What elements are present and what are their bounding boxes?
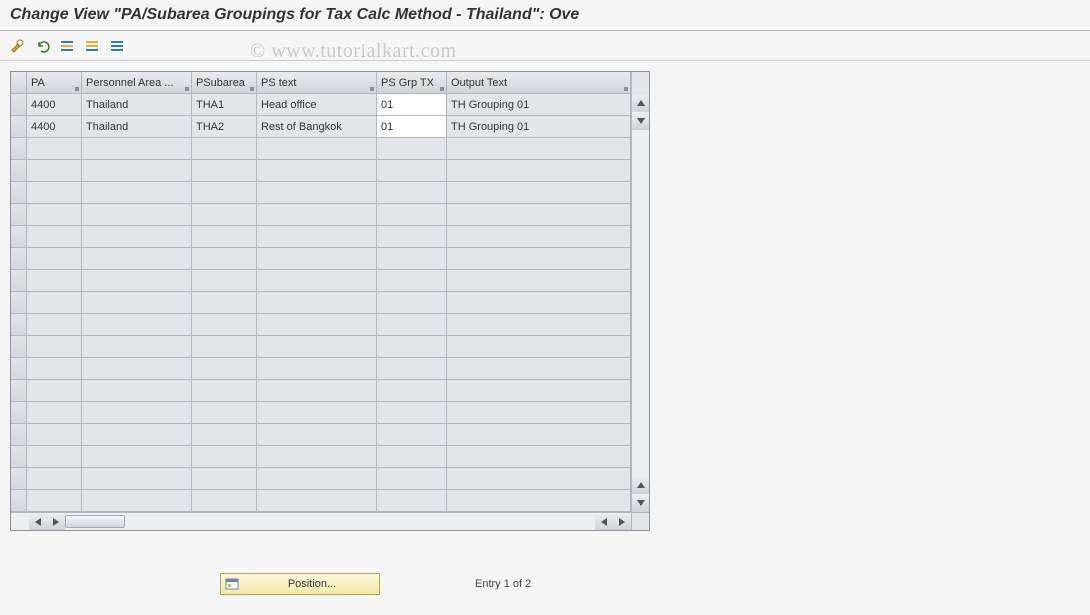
scroll-up-button-2[interactable] (632, 476, 649, 494)
empty-row (11, 358, 631, 380)
horizontal-scrollbar[interactable] (11, 512, 631, 530)
entry-counter: Entry 1 of 2 (475, 578, 531, 590)
cell-psubarea: THA2 (192, 116, 257, 138)
chevron-right-icon (619, 518, 625, 526)
select-block-icon (84, 38, 100, 54)
col-header-output[interactable]: Output Text (447, 72, 631, 94)
page-title: Change View "PA/Subarea Groupings for Ta… (0, 0, 1090, 31)
row-selector[interactable] (11, 490, 27, 512)
deselect-icon (109, 38, 125, 54)
row-selector[interactable] (11, 226, 27, 248)
toolbar (0, 31, 1090, 61)
empty-row (11, 380, 631, 402)
chevron-down-icon (637, 118, 645, 124)
empty-row (11, 424, 631, 446)
position-icon (225, 577, 239, 591)
row-selector[interactable] (11, 468, 27, 490)
chevron-down-icon (637, 500, 645, 506)
position-button[interactable]: Position... (220, 573, 380, 595)
scroll-up-button[interactable] (632, 94, 649, 112)
row-selector[interactable] (11, 336, 27, 358)
chevron-left-icon (35, 518, 41, 526)
chevron-right-icon (53, 518, 59, 526)
row-selector[interactable] (11, 116, 27, 138)
empty-row (11, 336, 631, 358)
scroll-corner (631, 512, 649, 530)
row-selector[interactable] (11, 204, 27, 226)
scroll-right-button[interactable] (47, 513, 65, 530)
row-selector[interactable] (11, 292, 27, 314)
footer: Position... Entry 1 of 2 (10, 573, 650, 595)
undo-icon (34, 38, 50, 54)
col-header-ps-grp[interactable]: PS Grp TX (377, 72, 447, 94)
table-header-row: PA Personnel Area ... PSubarea PS text P… (11, 72, 631, 94)
cell-psubarea: THA1 (192, 94, 257, 116)
scroll-right-button-2[interactable] (613, 513, 631, 530)
cell-pa: 4400 (27, 94, 82, 116)
scroll-down-button[interactable] (632, 112, 649, 130)
empty-row (11, 248, 631, 270)
scroll-track[interactable] (632, 130, 649, 476)
cell-ps-text: Head office (257, 94, 377, 116)
scroll-left-button[interactable] (29, 513, 47, 530)
row-selector[interactable] (11, 424, 27, 446)
scroll-left-button-2[interactable] (595, 513, 613, 530)
row-selector[interactable] (11, 182, 27, 204)
row-selector[interactable] (11, 248, 27, 270)
row-selector[interactable] (11, 358, 27, 380)
empty-row (11, 468, 631, 490)
undo-button[interactable] (31, 35, 53, 57)
empty-row (11, 204, 631, 226)
toggle-change-button[interactable] (6, 35, 28, 57)
row-selector[interactable] (11, 138, 27, 160)
col-header-psubarea[interactable]: PSubarea (192, 72, 257, 94)
deselect-all-button[interactable] (106, 35, 128, 57)
row-selector[interactable] (11, 446, 27, 468)
row-selector[interactable] (11, 160, 27, 182)
cell-ps-text: Rest of Bangkok (257, 116, 377, 138)
col-header-pa-text[interactable]: Personnel Area ... (82, 72, 192, 94)
chevron-up-icon (637, 100, 645, 106)
row-selector[interactable] (11, 314, 27, 336)
cell-pa-text: Thailand (82, 94, 192, 116)
empty-row (11, 314, 631, 336)
row-selector[interactable] (11, 402, 27, 424)
col-header-pa[interactable]: PA (27, 72, 82, 94)
scroll-thumb[interactable] (65, 515, 125, 528)
scroll-down-button-2[interactable] (632, 494, 649, 512)
empty-row (11, 270, 631, 292)
cell-ps-grp[interactable]: 01 (377, 116, 447, 138)
scroll-track[interactable] (65, 513, 595, 530)
empty-row (11, 182, 631, 204)
vertical-scrollbar[interactable] (631, 72, 649, 512)
cell-pa: 4400 (27, 116, 82, 138)
chevron-left-icon (601, 518, 607, 526)
empty-row (11, 402, 631, 424)
select-all-button[interactable] (56, 35, 78, 57)
cell-output: TH Grouping 01 (447, 94, 631, 116)
chevron-up-icon (637, 482, 645, 488)
row-selector[interactable] (11, 94, 27, 116)
row-selector[interactable] (11, 270, 27, 292)
table-control: PA Personnel Area ... PSubarea PS text P… (10, 71, 650, 531)
watermark: © www.tutorialkart.com (250, 40, 457, 63)
col-header-ps-text[interactable]: PS text (257, 72, 377, 94)
empty-row (11, 292, 631, 314)
select-block-button[interactable] (81, 35, 103, 57)
position-label: Position... (245, 578, 379, 590)
empty-row (11, 138, 631, 160)
wrench-icon (9, 38, 25, 54)
empty-row (11, 446, 631, 468)
cell-ps-grp[interactable]: 01 (377, 94, 447, 116)
select-all-cell[interactable] (11, 72, 27, 94)
select-all-icon (59, 38, 75, 54)
empty-row (11, 226, 631, 248)
cell-output: TH Grouping 01 (447, 116, 631, 138)
empty-row (11, 160, 631, 182)
cell-pa-text: Thailand (82, 116, 192, 138)
row-selector[interactable] (11, 380, 27, 402)
empty-row (11, 490, 631, 512)
table-row: 4400 Thailand THA2 Rest of Bangkok 01 TH… (11, 116, 631, 138)
table-row: 4400 Thailand THA1 Head office 01 TH Gro… (11, 94, 631, 116)
